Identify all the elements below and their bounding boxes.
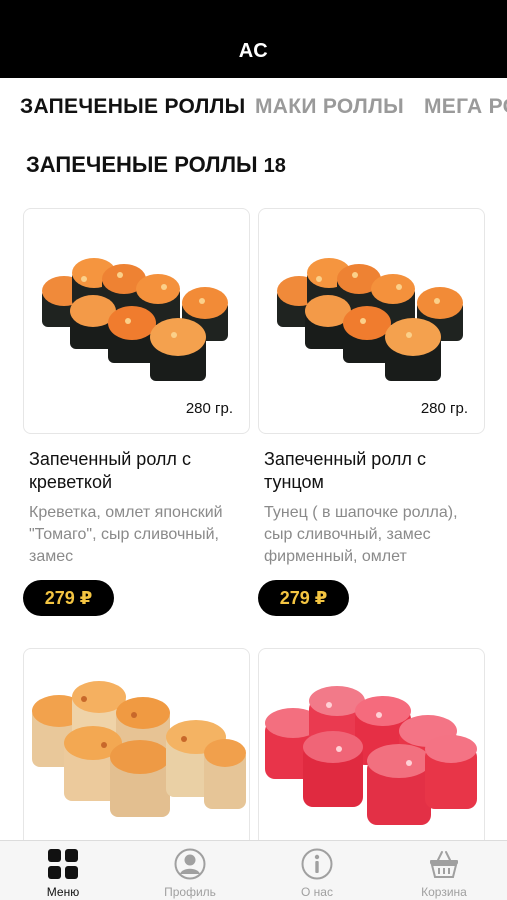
menu-grid-icon [48, 849, 78, 879]
nav-about-label: О нас [301, 885, 333, 899]
nav-cart[interactable]: Корзина [381, 841, 507, 900]
nav-menu-label: Меню [46, 885, 80, 899]
product-description: Креветка, омлет японский "Томаго", сыр с… [29, 504, 223, 565]
tab-baked-rolls[interactable]: ЗАПЕЧЕНЫЕ РОЛЛЫ [20, 95, 246, 119]
product-image[interactable]: 280 гр. [258, 208, 485, 434]
product-name[interactable]: Запеченный ролл с креветкой [29, 448, 244, 494]
category-tabs: ЗАПЕЧЕНЫЕ РОЛЛЫ МАКИ РОЛЛЫ МЕГА РОЛЛЫ [0, 78, 507, 136]
tab-mega-rolls[interactable]: МЕГА РОЛЛЫ [424, 95, 507, 119]
nav-profile-label: Профиль [164, 885, 216, 899]
price-button[interactable]: 279 ₽ [258, 580, 349, 616]
app-title: АС [238, 40, 269, 62]
section-count: 18 [263, 155, 286, 177]
price-button[interactable]: 279 ₽ [23, 580, 114, 616]
tab-maki-rolls[interactable]: МАКИ РОЛЛЫ [255, 95, 404, 119]
profile-icon [174, 848, 206, 880]
product-weight: 280 гр. [420, 400, 468, 417]
product-description: Тунец ( в шапочке ролла), сыр сливочный,… [264, 504, 458, 565]
nav-menu[interactable]: Меню [0, 841, 126, 900]
info-icon [301, 848, 333, 880]
nav-profile[interactable]: Профиль [127, 841, 253, 900]
bottom-nav: Меню Профиль О нас Корзина [0, 840, 507, 900]
nav-cart-label: Корзина [421, 885, 467, 899]
product-name[interactable]: Запеченный ролл с тунцом [264, 448, 479, 494]
section-title-text: ЗАПЕЧЕНЫЕ РОЛЛЫ [26, 152, 258, 177]
product-weight: 280 гр. [185, 400, 233, 417]
nav-about[interactable]: О нас [254, 841, 380, 900]
section-title: ЗАПЕЧЕНЫЕ РОЛЛЫ 18 [26, 152, 286, 178]
product-image[interactable]: 280 гр. [23, 208, 250, 434]
basket-icon [430, 851, 458, 878]
top-bar: АС [0, 0, 507, 78]
